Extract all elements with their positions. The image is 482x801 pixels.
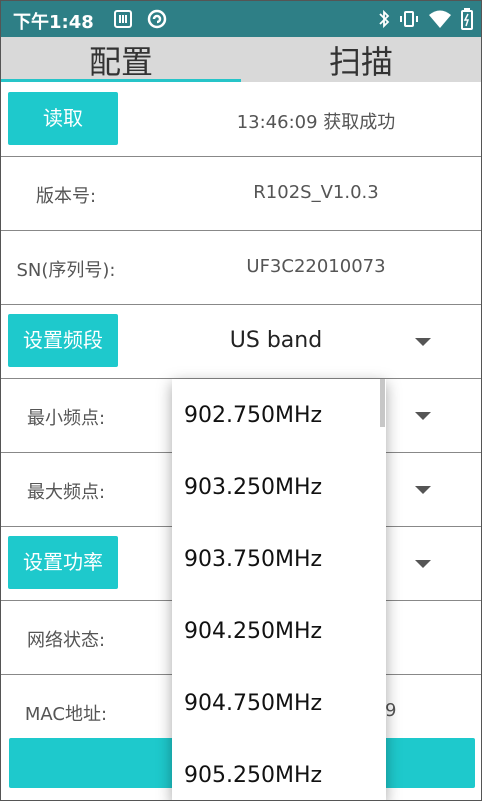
tab-scan[interactable]: 扫描 bbox=[241, 37, 481, 82]
network-label: 网络状态: bbox=[26, 630, 106, 651]
max-freq-label: 最大频点: bbox=[26, 482, 106, 503]
row-version: 版本号: R102S_V1.0.3 bbox=[1, 157, 481, 231]
bluetooth-icon bbox=[379, 9, 390, 29]
min-freq-dropdown-arrow-icon[interactable] bbox=[415, 412, 431, 420]
row-band: 设置频段 US band bbox=[1, 305, 481, 379]
wifi-icon bbox=[429, 10, 451, 28]
sim-card-icon bbox=[114, 10, 132, 28]
status-bar: 下午1:48 bbox=[1, 1, 481, 37]
tab-indicator bbox=[1, 79, 241, 82]
mac-value: 9 bbox=[385, 700, 397, 721]
read-status: 13:46:09 获取成功 bbox=[236, 112, 396, 133]
status-icons bbox=[378, 8, 473, 30]
band-dropdown-arrow-icon[interactable] bbox=[415, 338, 431, 346]
battery-icon bbox=[461, 8, 473, 30]
frequency-dropdown-list[interactable]: 902.750MHz 903.250MHz 903.750MHz 904.250… bbox=[172, 379, 386, 800]
dropdown-option[interactable]: 902.750MHz bbox=[172, 379, 386, 451]
band-select[interactable]: US band bbox=[131, 328, 421, 353]
min-freq-label: 最小频点: bbox=[26, 408, 106, 429]
read-button[interactable]: 读取 bbox=[8, 92, 118, 145]
row-sn: SN(序列号): UF3C22010073 bbox=[1, 231, 481, 305]
set-band-button[interactable]: 设置频段 bbox=[8, 314, 118, 367]
version-value: R102S_V1.0.3 bbox=[253, 182, 379, 203]
set-power-button[interactable]: 设置功率 bbox=[8, 536, 118, 589]
dropdown-option[interactable]: 904.250MHz bbox=[172, 595, 386, 667]
dropdown-scrollbar[interactable] bbox=[380, 379, 385, 427]
dropdown-option[interactable]: 903.250MHz bbox=[172, 451, 386, 523]
dropdown-option[interactable]: 904.750MHz bbox=[172, 667, 386, 739]
app-screen: 下午1:48 配置 扫描 读取 13:46:09 获取成功 版本号: R102S… bbox=[0, 0, 482, 801]
dropdown-option[interactable]: 903.750MHz bbox=[172, 523, 386, 595]
dropdown-option[interactable]: 905.250MHz bbox=[172, 739, 386, 800]
row-read: 读取 13:46:09 获取成功 bbox=[1, 83, 481, 157]
sn-value: UF3C22010073 bbox=[246, 256, 386, 277]
mac-label: MAC地址: bbox=[24, 704, 108, 725]
tab-config[interactable]: 配置 bbox=[1, 37, 241, 82]
sn-label: SN(序列号): bbox=[16, 260, 116, 281]
max-freq-dropdown-arrow-icon[interactable] bbox=[415, 486, 431, 494]
tab-bar: 配置 扫描 bbox=[1, 37, 481, 82]
version-label: 版本号: bbox=[35, 186, 97, 207]
power-dropdown-arrow-icon[interactable] bbox=[415, 560, 431, 568]
status-time: 下午1:48 bbox=[13, 12, 94, 33]
vibrate-icon bbox=[400, 11, 418, 27]
sync-icon bbox=[147, 9, 167, 29]
